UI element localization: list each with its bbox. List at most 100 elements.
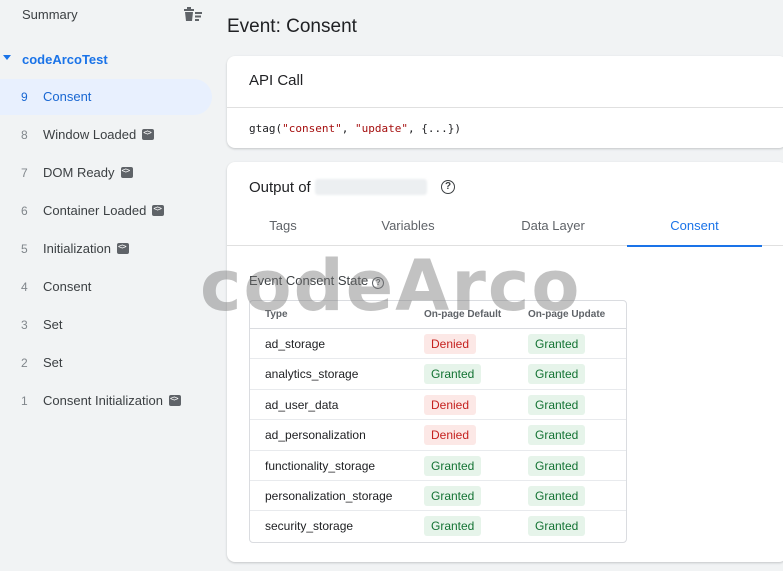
output-card: Output of ? Tags Variables Data Layer Co… — [227, 162, 783, 562]
output-title-prefix: Output of — [249, 179, 311, 196]
default-status-badge: Denied — [424, 334, 477, 354]
code-icon — [168, 394, 181, 406]
event-number: 5 — [21, 242, 28, 256]
event-label-text: Set — [43, 355, 63, 370]
default-status-badge: Granted — [424, 455, 482, 476]
event-number: 9 — [21, 90, 28, 104]
event-label-text: DOM Ready — [43, 165, 115, 180]
code-icon — [120, 166, 133, 178]
event-item[interactable]: 8 Window Loaded — [0, 117, 212, 153]
page-title: Event: Consent — [227, 16, 357, 37]
default-status-badge: Denied — [424, 394, 477, 415]
consent-type: security_storage — [265, 519, 354, 534]
table-row: ad_user_data Denied Granted — [250, 390, 626, 421]
table-header: Type On-page Default On-page Update — [250, 301, 626, 329]
column-header-type: Type — [265, 309, 288, 320]
tab-data-layer[interactable]: Data Layer — [497, 210, 609, 246]
default-status-badge: Granted — [424, 516, 482, 537]
update-status-badge: Granted — [528, 364, 586, 385]
delete-sweep-icon[interactable] — [182, 5, 204, 23]
container-item[interactable]: codeArcoTest — [0, 46, 212, 74]
event-item[interactable]: 5 Initialization — [0, 231, 212, 267]
event-label-text: Container Loaded — [43, 203, 147, 218]
event-number: 1 — [21, 394, 28, 408]
update-status-badge: Granted — [528, 485, 586, 506]
event-item[interactable]: 6 Container Loaded — [0, 193, 212, 229]
event-item[interactable]: 4 Consent — [0, 269, 212, 305]
api-call-code: gtag("consent", "update", {...}) — [249, 122, 461, 135]
consent-type: ad_personalization — [265, 428, 366, 443]
event-label-text: Consent — [43, 89, 92, 104]
table-row: personalization_storage Granted Granted — [250, 481, 626, 512]
event-label: Container Loaded — [43, 203, 165, 218]
table-row: security_storage Granted Granted — [250, 511, 626, 541]
summary-item[interactable]: Summary — [0, 0, 212, 30]
consent-type: ad_user_data — [265, 397, 339, 412]
sidebar: Summary codeArcoTest 9 Consent 8 Window Loa… — [0, 0, 220, 571]
main-panel: Event: Consent API Call gtag("consent", … — [220, 0, 783, 571]
update-status-badge: Granted — [528, 516, 586, 537]
update-status-badge: Granted — [528, 425, 586, 446]
tab-variables[interactable]: Variables — [352, 210, 464, 246]
consent-type: functionality_storage — [265, 458, 376, 473]
event-number: 3 — [21, 318, 28, 332]
table-row: functionality_storage Granted Granted — [250, 451, 626, 481]
table-row: ad_storage Denied Granted — [250, 329, 626, 360]
code-arg-consent: "consent" — [282, 122, 342, 135]
event-item[interactable]: 2 Set — [0, 345, 212, 381]
event-item[interactable]: 1 Consent Initialization — [0, 383, 212, 419]
output-title: Output of — [249, 179, 427, 196]
event-number: 7 — [21, 166, 28, 180]
tab-consent[interactable]: Consent — [627, 210, 762, 247]
event-label: Set — [43, 355, 63, 370]
code-rest[interactable]: , {...}) — [408, 122, 461, 135]
help-circle-icon[interactable]: ? — [441, 180, 455, 194]
event-label-text: Initialization — [43, 241, 111, 256]
section-title: Event Consent State? — [249, 273, 385, 289]
event-label-text: Set — [43, 317, 63, 332]
event-label: Window Loaded — [43, 127, 155, 142]
event-label: Initialization — [43, 241, 129, 256]
consent-type: ad_storage — [265, 337, 326, 351]
update-status-badge: Granted — [528, 334, 586, 354]
code-sep: , — [341, 122, 355, 135]
section-title-text: Event Consent State — [249, 273, 369, 288]
help-circle-icon[interactable]: ? — [372, 277, 385, 289]
event-number: 6 — [21, 204, 28, 218]
consent-state-table: Type On-page Default On-page Update ad_s… — [249, 300, 627, 543]
output-tabs: Tags Variables Data Layer Consent — [227, 210, 783, 247]
event-number: 2 — [21, 356, 28, 370]
event-item[interactable]: 3 Set — [0, 307, 212, 343]
event-label: Consent — [43, 279, 91, 294]
update-status-badge: Granted — [528, 394, 586, 415]
redacted-page-name — [314, 179, 427, 195]
table-row: ad_personalization Denied Granted — [250, 420, 626, 451]
default-status-badge: Denied — [424, 425, 477, 446]
event-label: Consent Initialization — [43, 393, 181, 408]
api-call-header: API Call — [249, 72, 304, 89]
event-item[interactable]: 7 DOM Ready — [0, 155, 212, 191]
api-call-card: API Call gtag("consent", "update", {...}… — [227, 56, 783, 148]
default-status-badge: Granted — [424, 364, 482, 385]
column-header-update: On-page Update — [528, 309, 606, 320]
code-arg-update: "update" — [354, 122, 408, 135]
column-header-default: On-page Default — [424, 309, 502, 320]
consent-type: personalization_storage — [265, 488, 393, 503]
update-status-badge: Granted — [528, 455, 586, 476]
tab-tags[interactable]: Tags — [227, 210, 339, 246]
code-icon — [116, 242, 129, 254]
divider — [227, 107, 783, 108]
event-item[interactable]: 9 Consent — [0, 79, 212, 115]
event-number: 4 — [21, 280, 28, 294]
event-label: Set — [43, 317, 63, 332]
caret-down-icon[interactable] — [3, 55, 11, 60]
table-row: analytics_storage Granted Granted — [250, 359, 626, 390]
code-icon — [152, 204, 165, 216]
consent-type: analytics_storage — [265, 367, 359, 382]
event-number: 8 — [21, 128, 28, 142]
event-label-text: Consent Initialization — [43, 393, 163, 408]
container-name: codeArcoTest — [22, 52, 108, 67]
event-label: DOM Ready — [43, 165, 133, 180]
event-label-text: Window Loaded — [43, 127, 137, 142]
default-status-badge: Granted — [424, 485, 482, 506]
